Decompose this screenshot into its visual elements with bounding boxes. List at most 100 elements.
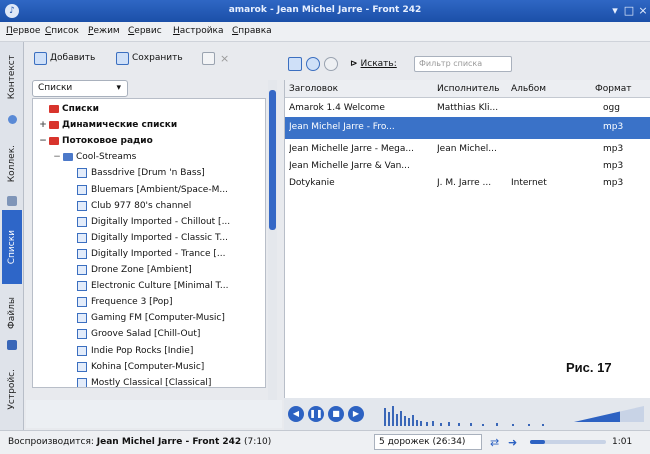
cell-title: Amarok 1.4 Welcome: [289, 103, 385, 113]
menu-item-help[interactable]: Справка: [232, 26, 272, 36]
radio-station-icon: [77, 168, 87, 179]
tree-scrollbar-thumb[interactable]: [269, 90, 276, 230]
figure-label: Рис. 17: [566, 360, 612, 375]
tree-item[interactable]: Bluemars [Ambient/Space-M...: [33, 182, 265, 198]
chevron-down-icon: ▾: [116, 83, 121, 93]
playlist-browser-toolbar: Добавить Сохранить ×: [26, 46, 276, 70]
tree-item-label: Bluemars [Ambient/Space-M...: [91, 184, 228, 195]
files-icon[interactable]: [2, 338, 22, 352]
tree-item[interactable]: Gaming FM [Computer-Music]: [33, 310, 265, 326]
playlist-row[interactable]: Dotykanie J. M. Jarre ... Internet mp3: [285, 175, 650, 192]
spectrum-analyzer[interactable]: [382, 402, 558, 426]
minimize-icon[interactable]: ▾: [608, 4, 622, 18]
menu-item-tools[interactable]: Сервис: [128, 26, 162, 36]
tree-item-label: Frequence 3 [Pop]: [91, 297, 173, 308]
tree-item[interactable]: Electronic Culture [Minimal T...: [33, 278, 265, 294]
volume-slider[interactable]: [574, 404, 644, 424]
tree-item[interactable]: − Потоковое радио: [33, 133, 265, 149]
tree-item[interactable]: Club 977 80's channel: [33, 198, 265, 214]
tree-item[interactable]: Drone Zone [Ambient]: [33, 262, 265, 278]
collection-icon[interactable]: [2, 194, 22, 208]
expander-icon[interactable]: +: [39, 120, 47, 130]
now-playing: Воспроизводится: Jean Michel Jarre - Fro…: [8, 437, 272, 447]
random-icon[interactable]: ➜: [508, 436, 517, 449]
tree-item[interactable]: Digitally Imported - Trance [...: [33, 246, 265, 262]
undo-icon[interactable]: [324, 55, 341, 73]
tree-item-label: Club 977 80's channel: [91, 200, 192, 211]
playlist-category-select[interactable]: Списки ▾: [32, 80, 128, 97]
cell-artist: J. M. Jarre ...: [437, 178, 492, 188]
tab-playlists[interactable]: Списки: [2, 210, 22, 284]
menu-item-mode[interactable]: Режим: [88, 26, 120, 36]
cell-format: mp3: [603, 178, 624, 188]
tree-item-label: Списки: [62, 104, 99, 114]
tree-item[interactable]: Indie Pop Rocks [Indie]: [33, 343, 265, 359]
tree-item-label: Electronic Culture [Minimal T...: [91, 281, 229, 292]
tree-item[interactable]: Groove Salad [Chill-Out]: [33, 326, 265, 342]
tree-item-label: Gaming FM [Computer-Music]: [91, 313, 225, 324]
tab-devices[interactable]: Устройс.: [2, 360, 22, 418]
cell-format: mp3: [603, 122, 624, 132]
expander-icon[interactable]: −: [39, 136, 47, 146]
tree-item[interactable]: Bassdrive [Drum 'n Bass]: [33, 165, 265, 181]
playlist-row[interactable]: Jean Michelle Jarre - Mega... Jean Michel…: [285, 141, 650, 158]
tree-scrollbar[interactable]: [268, 80, 277, 400]
playlist-tree: Списки + Динамические списки − Потоковое рад…: [32, 98, 266, 388]
tree-item-label: Kohina [Computer-Music]: [91, 361, 205, 372]
search-input[interactable]: Фильтр списка: [414, 56, 512, 72]
tree-item[interactable]: + Динамические списки: [33, 117, 265, 133]
previous-icon[interactable]: ◀: [288, 406, 304, 422]
pause-icon[interactable]: ❚❚: [308, 406, 324, 422]
cell-title: Jean Michelle Jarre & Van...: [289, 161, 410, 171]
remove-icon[interactable]: ×: [220, 49, 229, 67]
column-album[interactable]: Альбом: [511, 84, 546, 94]
radio-station-icon: [77, 265, 87, 275]
playlist-row[interactable]: Jean Michelle Jarre & Van... mp3: [285, 158, 650, 175]
tab-collection[interactable]: Коллек.: [2, 134, 22, 194]
radio-station-icon: [77, 216, 87, 227]
tree-item[interactable]: Mostly Classical [Classical]: [33, 375, 265, 387]
menu-item-settings[interactable]: Настройка: [173, 26, 224, 36]
menu-bar: Первое Список Режим Сервис Настройка Спр…: [0, 22, 650, 42]
status-bar: Воспроизводится: Jean Michel Jarre - Fro…: [0, 430, 650, 454]
cell-format: mp3: [603, 161, 624, 171]
playlist-row[interactable]: Jean Michel Jarre - Fro... mp3: [285, 117, 650, 139]
tree-item[interactable]: Kohina [Computer-Music]: [33, 359, 265, 375]
info-icon[interactable]: [2, 112, 22, 126]
radio-station-icon: [77, 184, 87, 195]
tree-item-label: Bassdrive [Drum 'n Bass]: [91, 168, 205, 179]
menu-item-playlist[interactable]: Список: [45, 26, 79, 36]
radio-station-icon: [77, 329, 87, 340]
menu-item-first[interactable]: Первое: [6, 26, 40, 36]
shuffle-icon[interactable]: [306, 55, 323, 73]
tab-context[interactable]: Контекст: [2, 46, 22, 108]
maximize-icon[interactable]: □: [622, 4, 636, 18]
cell-title: Jean Michelle Jarre - Mega...: [289, 144, 414, 154]
tree-item-label: Digitally Imported - Classic T...: [91, 232, 228, 243]
column-artist[interactable]: Исполнитель: [437, 84, 499, 94]
tree-item[interactable]: Digitally Imported - Classic T...: [33, 230, 265, 246]
save-button[interactable]: Сохранить: [116, 49, 183, 67]
column-title[interactable]: Заголовок: [289, 84, 338, 94]
search-button[interactable]: ⊳ Искать:: [350, 55, 397, 73]
rename-icon[interactable]: [202, 49, 218, 67]
close-icon[interactable]: ×: [636, 4, 650, 18]
add-button[interactable]: Добавить: [34, 49, 95, 67]
tree-item-label: Потоковое радио: [62, 136, 153, 147]
tree-item[interactable]: − Cool-Streams: [33, 149, 265, 165]
track-progress[interactable]: [530, 440, 606, 444]
tree-item-label: Digitally Imported - Chillout [...: [91, 216, 231, 227]
playlist-row[interactable]: Amarok 1.4 Welcome Matthias Kli... ogg: [285, 100, 650, 117]
column-format[interactable]: Формат: [595, 84, 632, 94]
tree-item[interactable]: Frequence 3 [Pop]: [33, 294, 265, 310]
now-playing-track: Jean Michel Jarre - Front 242: [96, 437, 242, 447]
next-icon[interactable]: ▶: [348, 406, 364, 422]
tree-item[interactable]: Digitally Imported - Chillout [...: [33, 214, 265, 230]
clear-playlist-icon[interactable]: [288, 55, 305, 73]
tab-files[interactable]: Файлы: [2, 288, 22, 338]
repeat-icon[interactable]: ⇄: [490, 436, 499, 449]
tree-item[interactable]: Списки: [33, 101, 265, 117]
expander-icon[interactable]: −: [53, 152, 61, 162]
tree-item-label: Indie Pop Rocks [Indie]: [91, 345, 194, 356]
stop-icon[interactable]: ■: [328, 406, 344, 422]
